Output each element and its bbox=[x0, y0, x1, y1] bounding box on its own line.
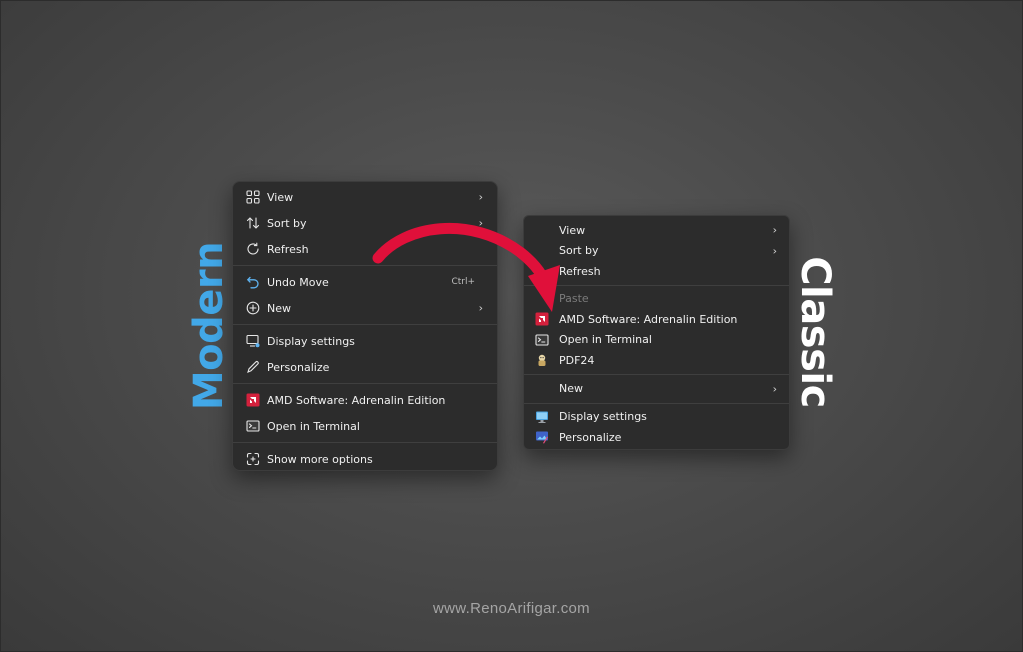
curved-arrow-icon bbox=[372, 222, 560, 312]
watermark-text: www.RenoArifigar.com bbox=[433, 600, 590, 617]
